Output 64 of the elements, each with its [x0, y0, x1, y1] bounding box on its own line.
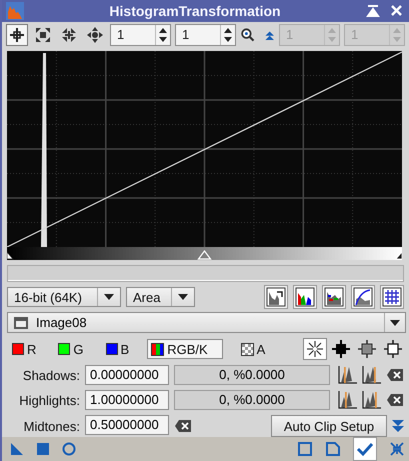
- histogram-clip-icon[interactable]: [338, 365, 358, 385]
- clipping-readout: 0, %0.0000: [174, 365, 330, 385]
- curve-icon[interactable]: [353, 287, 373, 307]
- value-field[interactable]: 0.50000000: [85, 415, 169, 435]
- cursor-mode-button[interactable]: [329, 338, 353, 360]
- crosshair-icon: [331, 339, 351, 359]
- channel-button[interactable]: RGB/K: [147, 339, 223, 359]
- cursor-mode-button[interactable]: [381, 338, 405, 360]
- value-field[interactable]: 0.00000000: [85, 365, 169, 385]
- checkmark-icon: [356, 441, 374, 457]
- overlay-histogram-icon[interactable]: [324, 287, 344, 307]
- new-instance-icon[interactable]: [10, 442, 24, 456]
- double-down-arrow-icon[interactable]: [391, 418, 405, 434]
- circle-icon[interactable]: [62, 442, 76, 456]
- resolution-dropdown[interactable]: 16-bit (64K): [7, 287, 121, 307]
- midtones-handle[interactable]: [197, 250, 212, 260]
- histogram-clip-icon[interactable]: [362, 365, 382, 385]
- cursor-mode-button[interactable]: [303, 338, 327, 360]
- rgb-swatch-icon: [151, 342, 164, 356]
- apply-button[interactable]: [353, 437, 377, 461]
- channel-button[interactable]: R: [8, 339, 40, 359]
- value-field[interactable]: 1.00000000: [85, 390, 169, 410]
- window-title: HistogramTransformation: [108, 2, 282, 19]
- clipping-readout: 0, %0.0000: [174, 390, 330, 410]
- histogram-graph[interactable]: [7, 51, 402, 248]
- parameter-label: Midtones:: [22, 418, 80, 434]
- pan-icon: [85, 24, 105, 45]
- preview-icon[interactable]: [297, 441, 313, 457]
- close-icon[interactable]: [390, 4, 403, 18]
- caret-icon: [103, 292, 115, 302]
- channel-button[interactable]: A: [236, 339, 270, 359]
- spin-box[interactable]: 1: [175, 24, 236, 46]
- parameter-label: Shadows:: [22, 368, 80, 382]
- collapse-icon[interactable]: [366, 4, 380, 18]
- channel-button[interactable]: B: [102, 339, 134, 359]
- spin-box[interactable]: 1: [110, 24, 171, 46]
- rgb-histogram-icon[interactable]: [295, 287, 315, 307]
- checkerboard-icon: [240, 342, 254, 356]
- crosshair-icon: [383, 339, 403, 359]
- shadows-handle[interactable]: [7, 250, 14, 260]
- view-selector[interactable]: Image08: [7, 312, 406, 333]
- caret-icon: [389, 318, 401, 328]
- crosshair-tool-button[interactable]: [6, 24, 28, 46]
- auto-clip-setup-button[interactable]: Auto Clip Setup: [271, 415, 387, 437]
- clear-icon[interactable]: [386, 393, 404, 407]
- document-icon[interactable]: [325, 441, 341, 457]
- parameter-label: Highlights:: [18, 392, 80, 408]
- graph-style-dropdown[interactable]: Area: [126, 287, 195, 307]
- app-icon: [6, 2, 24, 20]
- reset-histogram-icon[interactable]: [266, 287, 286, 307]
- compress-icon[interactable]: [389, 441, 405, 457]
- histogram-clip-icon[interactable]: [362, 390, 382, 410]
- crosshair-icon: [357, 339, 377, 359]
- histogram-clip-icon[interactable]: [338, 390, 358, 410]
- cursor-mode-button[interactable]: [355, 338, 379, 360]
- highlights-handle[interactable]: [395, 250, 402, 260]
- grid-icon[interactable]: [382, 287, 402, 307]
- starburst-icon: [305, 339, 325, 359]
- clear-icon[interactable]: [386, 368, 404, 382]
- channel-button[interactable]: G: [54, 339, 88, 359]
- clear-icon[interactable]: [174, 419, 192, 433]
- square-icon[interactable]: [36, 442, 50, 456]
- caret-icon: [177, 292, 189, 302]
- window-icon: [14, 316, 28, 328]
